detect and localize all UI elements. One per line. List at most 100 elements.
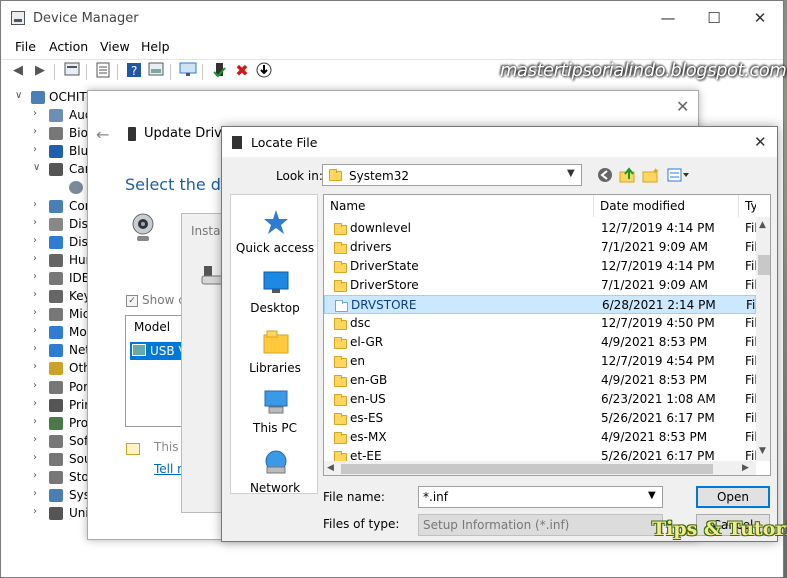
tree-item[interactable]: › Aud [1, 107, 92, 125]
scroll-right-icon[interactable]: ▶ [742, 463, 749, 473]
help-icon[interactable]: ? [125, 62, 143, 80]
column-date-modified[interactable]: Date modified [594, 195, 739, 217]
file-row[interactable]: es-ES 5/26/2021 6:17 PM Fil [324, 409, 756, 428]
chevron-down-icon[interactable]: ∨ [15, 90, 25, 101]
chevron-right-icon[interactable]: › [33, 506, 43, 517]
chevron-right-icon[interactable]: › [33, 235, 43, 246]
file-row[interactable]: DRVSTORE6/28/2021 2:14 PMFil [324, 295, 757, 314]
scroll-up-icon[interactable]: ▲ [759, 220, 766, 230]
update-driver-icon[interactable] [211, 62, 229, 80]
scroll-thumb[interactable] [758, 255, 770, 275]
chevron-right-icon[interactable]: › [33, 289, 43, 300]
back-arrow-icon[interactable]: ← [96, 125, 109, 144]
tree-root[interactable]: ∨ OCHIT [1, 89, 91, 107]
chevron-right-icon[interactable]: › [33, 434, 43, 445]
chevron-right-icon[interactable]: › [33, 325, 43, 336]
tree-item[interactable]: › Mo [1, 324, 91, 342]
close-icon[interactable]: ✕ [754, 133, 767, 151]
chevron-right-icon[interactable]: › [33, 470, 43, 481]
file-row[interactable]: en 12/7/2019 4:54 PM Fil [324, 352, 756, 371]
chevron-down-icon[interactable]: ∨ [33, 162, 43, 173]
file-row[interactable]: el-GR 4/9/2021 8:53 PM Fil [324, 333, 756, 352]
close-button[interactable]: ✕ [737, 1, 783, 35]
back-icon[interactable] [596, 167, 614, 185]
download-icon[interactable] [255, 62, 273, 80]
tree-item[interactable]: › Hur [1, 252, 91, 270]
close-icon[interactable]: ✕ [676, 97, 689, 116]
tree-item[interactable]: › Mic [1, 306, 91, 324]
chevron-right-icon[interactable]: › [33, 343, 43, 354]
chevron-right-icon[interactable]: › [33, 488, 43, 499]
tree-item[interactable]: ∨ Car [1, 161, 91, 179]
chevron-right-icon[interactable]: › [33, 271, 43, 282]
file-row[interactable]: drivers 7/1/2021 9:09 AM Fil [324, 238, 756, 257]
vertical-scrollbar[interactable]: ▲ ▼ [756, 217, 770, 461]
chevron-right-icon[interactable]: › [33, 126, 43, 137]
chevron-right-icon[interactable]: › [33, 361, 43, 372]
place-this-pc[interactable]: This PC [231, 383, 319, 443]
up-folder-icon[interactable] [619, 167, 637, 185]
chevron-right-icon[interactable]: › [33, 199, 43, 210]
tree-item[interactable]: › Soft [1, 433, 93, 451]
chevron-right-icon[interactable]: › [33, 253, 43, 264]
scroll-left-icon[interactable]: ◀ [327, 463, 334, 473]
chevron-down-icon[interactable]: ▼ [648, 490, 656, 501]
file-row[interactable]: es-MX 4/9/2021 8:53 PM Fil [324, 428, 756, 447]
tree-item[interactable]: › Bio [1, 125, 91, 143]
tree-item[interactable]: › IDE [1, 270, 91, 288]
chevron-right-icon[interactable]: › [33, 452, 43, 463]
tree-item[interactable]: › Cor [1, 198, 91, 216]
file-row[interactable]: DriverStore 7/1/2021 9:09 AM Fil [324, 276, 756, 295]
column-type[interactable]: Ty [739, 195, 756, 217]
tree-item[interactable]: › Net [1, 342, 91, 360]
monitor-icon[interactable] [179, 62, 197, 80]
menu-action[interactable]: Action [49, 39, 88, 54]
menu-file[interactable]: File [15, 39, 36, 54]
menu-help[interactable]: Help [141, 39, 170, 54]
chevron-right-icon[interactable]: › [33, 144, 43, 155]
tree-item[interactable]: › Disp [1, 234, 95, 252]
back-icon[interactable]: ◀ [9, 62, 27, 80]
hscroll-thumb[interactable] [341, 464, 713, 474]
tree-item[interactable]: › Stor [1, 469, 94, 487]
scroll-down-icon[interactable]: ▼ [759, 446, 766, 456]
file-row[interactable]: en-GB 4/9/2021 8:53 PM Fil [324, 371, 756, 390]
tree-item[interactable]: › Syst [1, 487, 95, 505]
tree-item[interactable] [1, 179, 91, 197]
show-compatible-checkbox[interactable]: ✓ [126, 295, 138, 307]
uninstall-icon[interactable]: ✖ [233, 62, 251, 80]
open-button[interactable]: Open [696, 486, 770, 508]
list-icon[interactable] [94, 62, 112, 80]
chevron-right-icon[interactable]: › [33, 307, 43, 318]
place-quick-access[interactable]: Quick access [231, 203, 319, 263]
tree-item[interactable]: › Uni [1, 505, 91, 523]
tree-item[interactable]: › Disk [1, 216, 95, 234]
chevron-right-icon[interactable]: › [33, 398, 43, 409]
file-name-input[interactable]: *.inf ▼ [418, 486, 663, 508]
file-row[interactable]: en-US 6/23/2021 1:08 AM Fil [324, 390, 756, 409]
tree-item[interactable]: › Oth [1, 360, 91, 378]
view-icon[interactable] [147, 62, 165, 80]
horizontal-scrollbar[interactable]: ◀ ▶ [324, 461, 756, 475]
file-type-dropdown[interactable]: Setup Information (*.inf) [418, 514, 663, 536]
tree-item[interactable]: › Por [1, 379, 91, 397]
place-desktop[interactable]: Desktop [231, 263, 319, 323]
maximize-button[interactable]: ☐ [691, 1, 737, 35]
forward-icon[interactable]: ▶ [31, 62, 49, 80]
view-menu-icon[interactable] [667, 167, 691, 185]
properties-icon[interactable] [63, 62, 81, 80]
tree-item[interactable]: › Key [1, 288, 91, 306]
chevron-right-icon[interactable]: › [33, 108, 43, 119]
file-row[interactable]: downlevel 12/7/2019 4:14 PM Fil [324, 219, 756, 238]
look-in-dropdown[interactable]: System32 ▼ [322, 164, 582, 186]
new-folder-icon[interactable]: ✦ [642, 167, 660, 185]
tree-item[interactable]: › Blu [1, 143, 91, 161]
minimize-button[interactable]: — [645, 1, 691, 35]
tree-item[interactable]: › Sou [1, 451, 92, 469]
chevron-right-icon[interactable]: › [33, 416, 43, 427]
file-row[interactable]: DriverState 12/7/2019 4:14 PM Fil [324, 257, 756, 276]
tree-item[interactable]: › Pro [1, 415, 91, 433]
menu-view[interactable]: View [100, 39, 130, 54]
tree-item[interactable]: › Prir [1, 397, 91, 415]
file-row[interactable]: dsc 12/7/2019 4:50 PM Fil [324, 314, 756, 333]
